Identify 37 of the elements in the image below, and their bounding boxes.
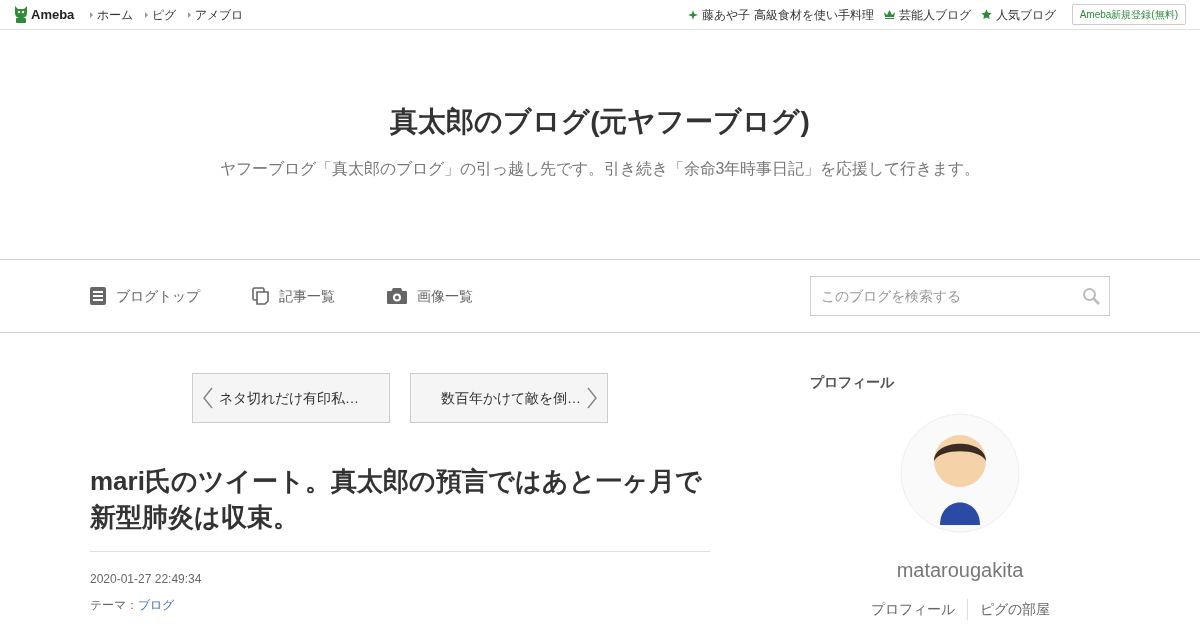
article-date: 2020-01-27 22:49:34 xyxy=(90,571,203,588)
sparkle-icon xyxy=(688,9,699,20)
blog-title[interactable]: 真太郎のブログ(元ヤフーブログ) xyxy=(390,100,810,143)
theme-link[interactable]: ブログ xyxy=(138,596,174,614)
star-icon xyxy=(980,9,992,20)
logo[interactable]: Ameba xyxy=(31,4,75,25)
caret-icon xyxy=(188,11,192,18)
nav-link[interactable]: ブログトップ xyxy=(90,285,200,307)
header-link[interactable]: 人気ブログ xyxy=(995,5,1056,24)
document-icon xyxy=(90,287,106,305)
nav-link[interactable]: 画像一覧 xyxy=(387,285,473,307)
chevron-left-icon xyxy=(203,387,213,409)
avatar[interactable] xyxy=(900,413,1020,533)
header-link[interactable]: ピグ xyxy=(152,5,177,24)
camera-icon xyxy=(387,288,407,304)
copy-icon xyxy=(252,287,269,305)
profile-heading: プロフィール xyxy=(810,373,895,392)
header-link[interactable]: ホーム xyxy=(97,5,134,24)
blog-description: ヤフーブログ「真太郎のブログ」の引っ越し先です。引き続き「余命3年時事日記」を応援して行きます。 xyxy=(219,158,981,179)
article-title[interactable]: mari氏のツイート。真太郎の預言ではあと一ヶ月で新型肺炎は収束。 xyxy=(90,463,710,552)
theme-label: テーマ： xyxy=(90,597,138,614)
nav-link[interactable]: 記事一覧 xyxy=(252,285,335,307)
chevron-right-icon xyxy=(587,387,597,409)
crown-icon xyxy=(883,10,895,19)
header-link[interactable]: 芸能人ブログ xyxy=(898,5,971,24)
header-link[interactable]: 藤あや子 高級食材を使い手料理 xyxy=(702,5,874,24)
search-field[interactable]: このブログを検索する xyxy=(810,276,1110,316)
header-link[interactable]: アメブロ xyxy=(195,5,244,24)
previous-article-button[interactable]: ネタ切れだけ有印私… xyxy=(192,373,390,423)
caret-icon xyxy=(90,11,94,18)
next-article-button[interactable]: 数百年かけて敵を倒… xyxy=(410,373,608,423)
signup-button[interactable]: Ameba新規登録(無料) xyxy=(1071,4,1186,25)
profile-link[interactable]: ピグの部屋 xyxy=(966,599,1050,620)
profile-link[interactable]: プロフィール xyxy=(870,599,967,620)
profile-name[interactable]: matarougakita xyxy=(896,555,1024,585)
logo-icon xyxy=(14,6,28,23)
caret-icon xyxy=(145,11,149,18)
